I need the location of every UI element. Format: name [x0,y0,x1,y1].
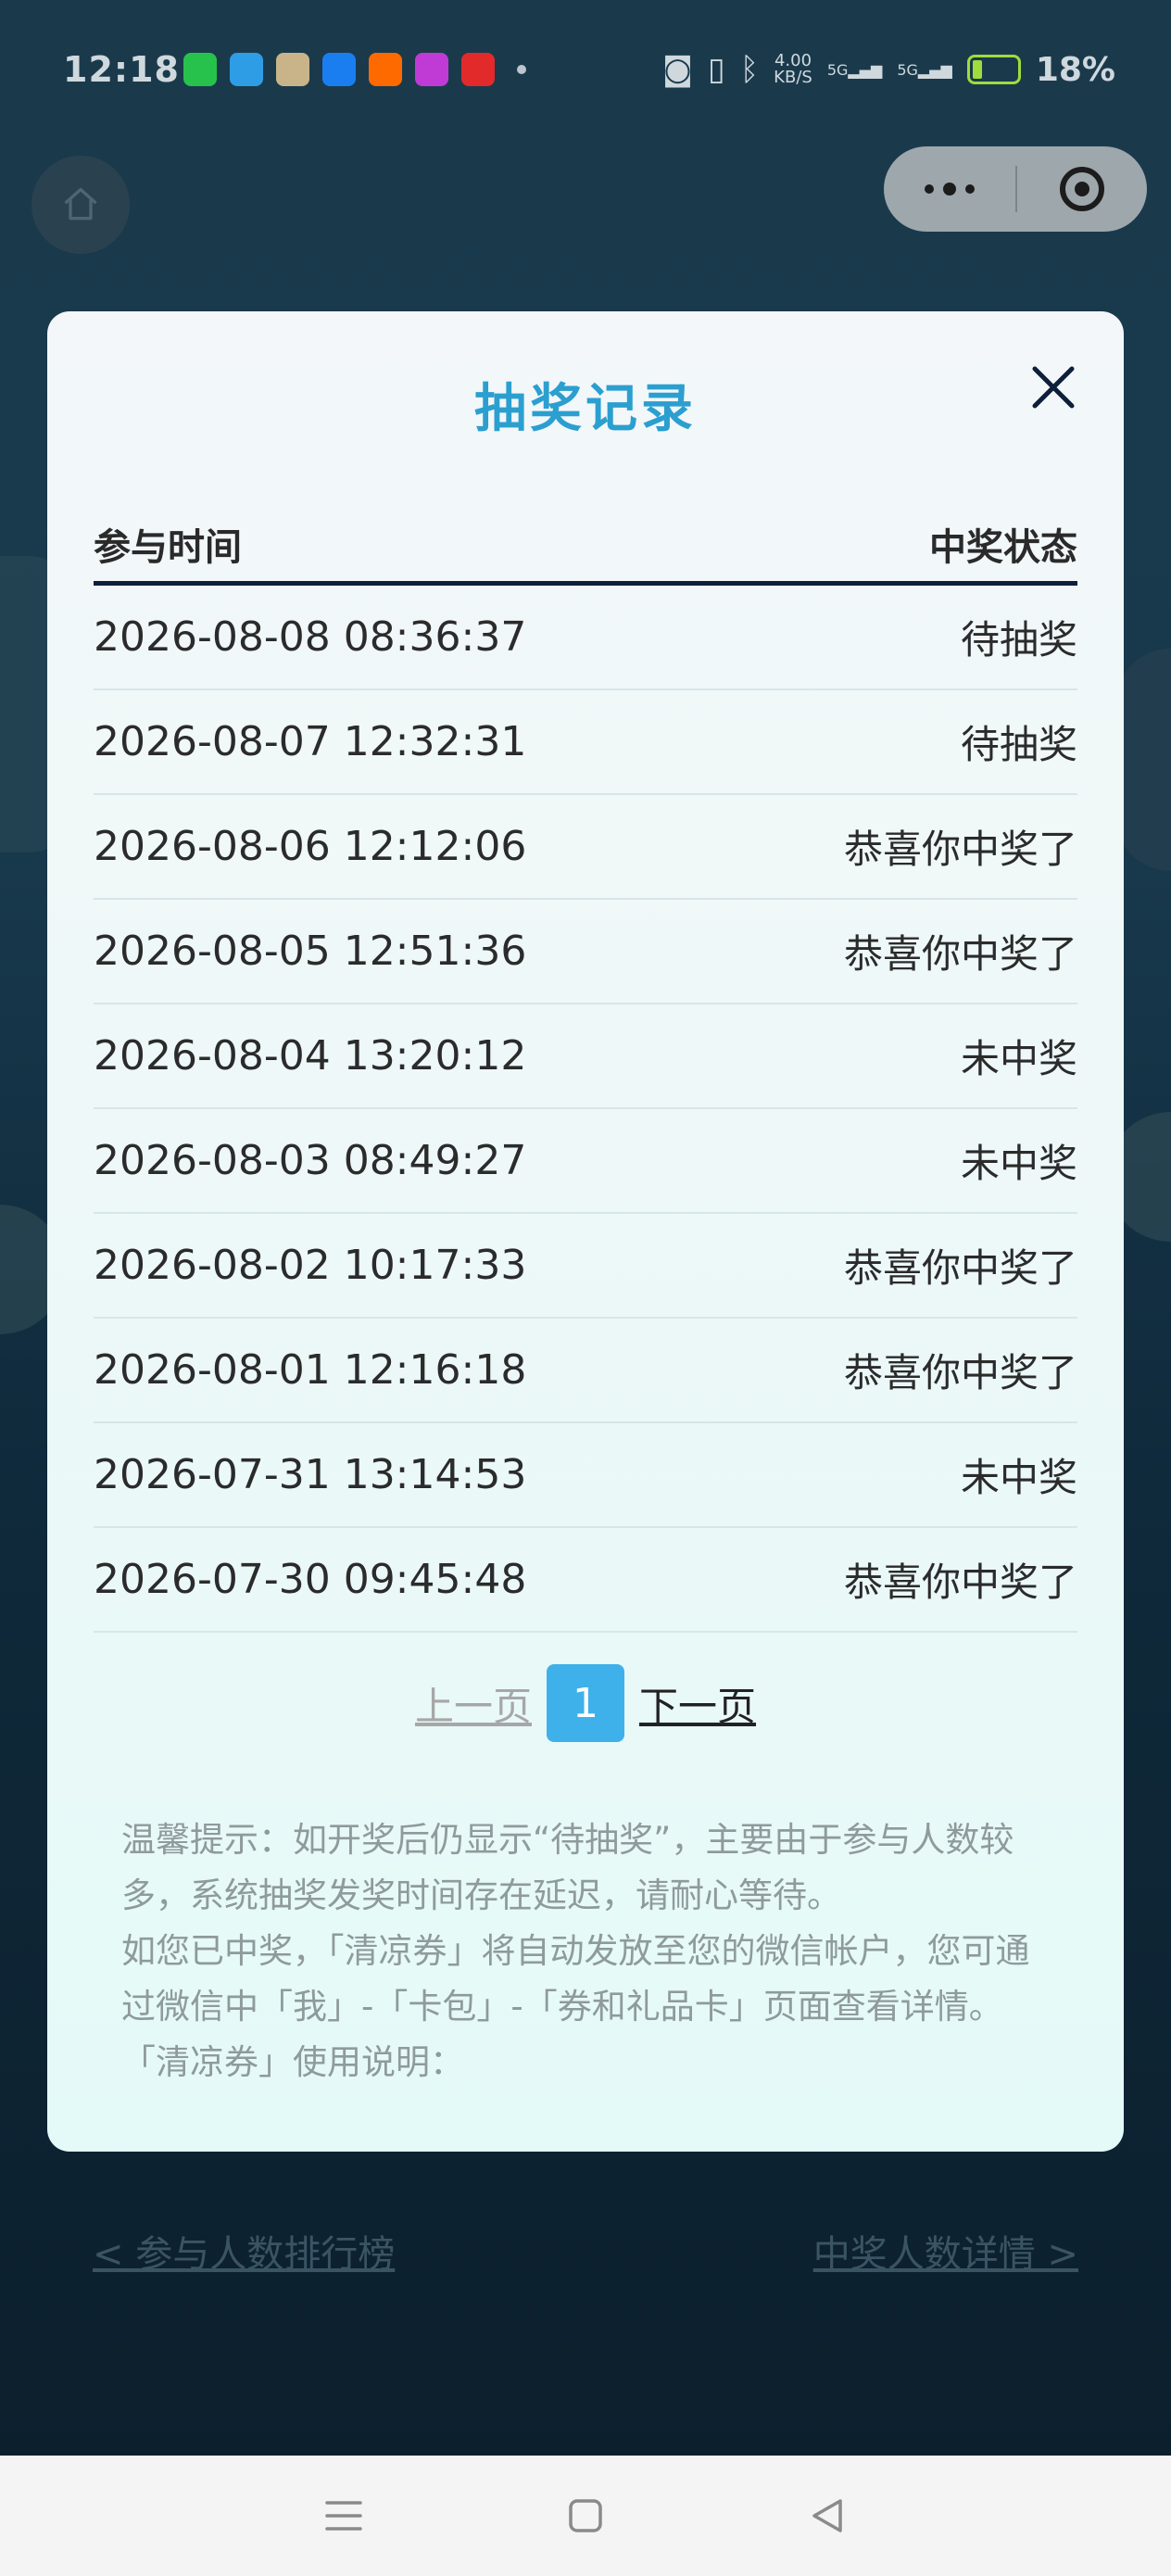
column-header-status: 中奖状态 [929,525,1077,569]
telegram-icon [230,53,263,86]
bluetooth-icon: ᛒ [739,51,760,88]
vibrate-icon: ▯ [708,51,725,88]
nav-home-button[interactable] [553,2483,618,2548]
network-speed-unit: KB/S [774,68,812,87]
record-status: 待抽奖 [960,617,1077,663]
record-time: 2026-07-31 13:14:53 [94,1451,527,1498]
signal-label: 5G [897,60,918,79]
wechat-icon [183,53,217,86]
status-bar: 12:18 ◙ ▯ ᛒ 4.00 KB/S 5G▂▄▆ 5G▂▄▆ 18% [0,0,1171,139]
system-navigation-bar [0,2456,1171,2576]
record-time: 2026-08-07 12:32:31 [94,718,527,765]
network-speed: 4.00 KB/S [774,53,812,86]
tips-text: 温馨提示：如开奖后仍显示“待抽奖”，主要由于参与人数较多，系统抽奖发奖时间存在延… [121,1812,1057,2090]
record-status: 恭喜你中奖了 [843,931,1077,977]
background-links: < 参与人数排行榜 中奖人数详情 > [93,2224,1078,2278]
menu-icon [324,2501,362,2531]
lottery-records-modal: 抽奖记录 参与时间 中奖状态 2026-08-08 08:36:37 待抽奖 20… [47,311,1124,2152]
close-icon [1032,366,1075,409]
prev-page-button[interactable]: 上一页 [415,1675,532,1732]
record-status: 未中奖 [960,1455,1077,1500]
battery-icon [966,55,1021,84]
table-row: 2026-08-02 10:17:33 恭喜你中奖了 [94,1214,1077,1319]
table-row: 2026-08-01 12:16:18 恭喜你中奖了 [94,1319,1077,1423]
nav-menu-button[interactable] [311,2483,376,2548]
participant-ranking-link[interactable]: < 参与人数排行榜 [93,2224,395,2278]
app-notification-icon [276,53,309,86]
table-row: 2026-08-03 08:49:27 未中奖 [94,1109,1077,1214]
column-header-time: 参与时间 [94,525,242,569]
more-button[interactable] [884,146,1015,232]
tip-paragraph: 如您已中奖，「清凉券」将自动发放至您的微信帐户，您可通过微信中「我」-「卡包」-… [121,1931,1030,2027]
more-notifications-dot [517,65,526,74]
table-row: 2026-08-07 12:32:31 待抽奖 [94,690,1077,795]
record-status: 恭喜你中奖了 [843,1350,1077,1395]
signal-strength-icon: 5G▂▄▆ [897,60,952,79]
home-icon [64,187,97,221]
table-row: 2026-08-06 12:12:06 恭喜你中奖了 [94,795,1077,900]
records-table: 2026-08-08 08:36:37 待抽奖 2026-08-07 12:32:… [94,586,1077,1633]
exit-miniprogram-button[interactable] [1017,146,1147,232]
battery-level: 18% [1035,50,1115,89]
winner-details-link[interactable]: 中奖人数详情 > [813,2224,1078,2278]
pagination: 上一页 1 下一页 [47,1664,1124,1742]
bank-app-icon [415,53,448,86]
table-row: 2026-07-30 09:45:48 恭喜你中奖了 [94,1528,1077,1633]
more-dots-icon [925,183,975,196]
record-time: 2026-08-06 12:12:06 [94,823,527,870]
tip-paragraph: 「清凉券」使用说明： [121,2042,464,2082]
record-status: 待抽奖 [960,722,1077,767]
app-notification-icon [461,53,495,86]
notification-icons [183,53,526,86]
record-time: 2026-08-03 08:49:27 [94,1137,527,1184]
background-art [1115,649,1171,871]
nav-back-button[interactable] [795,2483,860,2548]
square-home-icon [569,2499,602,2532]
record-status: 恭喜你中奖了 [843,1559,1077,1605]
record-status: 恭喜你中奖了 [843,827,1077,872]
record-time: 2026-08-05 12:51:36 [94,928,527,975]
record-time: 2026-08-08 08:36:37 [94,613,527,661]
record-time: 2026-08-01 12:16:18 [94,1346,527,1394]
record-time: 2026-08-02 10:17:33 [94,1242,527,1289]
nfc-icon: ◙ [662,51,694,88]
table-header: 参与时间 中奖状态 [94,506,1077,586]
table-row: 2026-08-05 12:51:36 恭喜你中奖了 [94,900,1077,1004]
next-page-button[interactable]: 下一页 [639,1675,756,1732]
taobao-icon [369,53,402,86]
record-time: 2026-07-30 09:45:48 [94,1556,527,1603]
record-status: 未中奖 [960,1141,1077,1186]
record-status: 恭喜你中奖了 [843,1245,1077,1291]
signal-label: 5G [826,60,849,79]
miniprogram-capsule [884,146,1147,232]
table-row: 2026-08-08 08:36:37 待抽奖 [94,586,1077,690]
target-close-icon [1060,167,1104,211]
record-status: 未中奖 [960,1036,1077,1081]
table-row: 2026-08-04 13:20:12 未中奖 [94,1004,1077,1109]
status-time: 12:18 [63,49,180,90]
modal-title: 抽奖记录 [474,379,697,439]
home-button[interactable] [31,156,130,254]
system-indicators: ◙ ▯ ᛒ 4.00 KB/S 5G▂▄▆ 5G▂▄▆ 18% [662,51,1115,89]
record-time: 2026-08-04 13:20:12 [94,1032,527,1080]
signal-strength-icon: 5G▂▄▆ [826,60,883,79]
modal-close-button[interactable] [1024,358,1083,417]
table-row: 2026-07-31 13:14:53 未中奖 [94,1423,1077,1528]
back-triangle-icon [812,2499,843,2532]
tip-paragraph: 温馨提示：如开奖后仍显示“待抽奖”，主要由于参与人数较多，系统抽奖发奖时间存在延… [121,1820,1014,1915]
current-page[interactable]: 1 [547,1664,624,1742]
app-notification-icon [322,53,356,86]
